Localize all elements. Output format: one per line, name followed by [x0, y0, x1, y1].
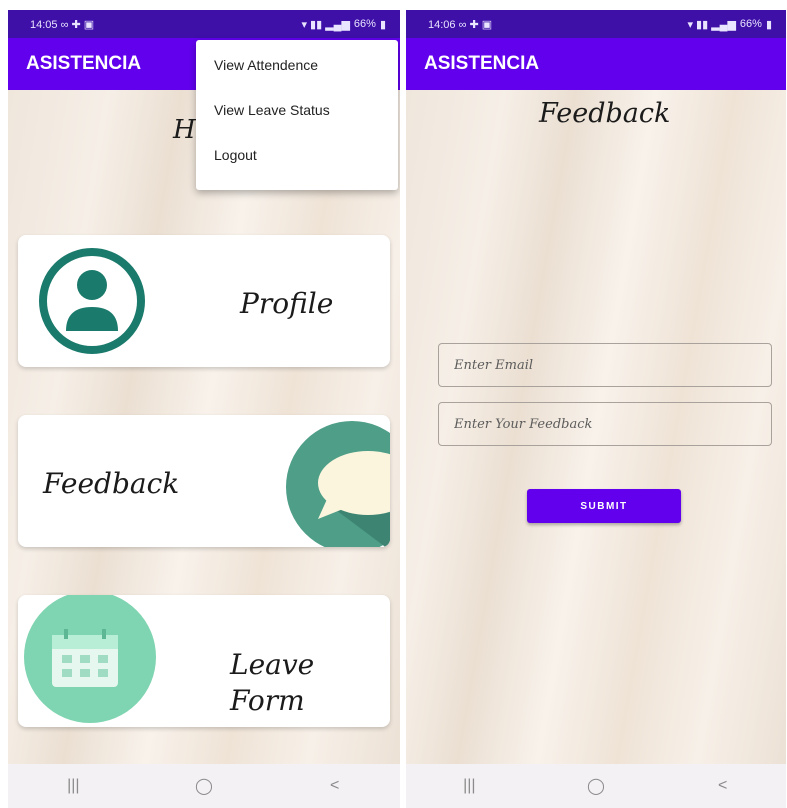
- signal-icon: ▾ ▮▮ ▂▄▆: [301, 18, 350, 31]
- app-title: ASISTENCIA: [26, 53, 142, 74]
- page-title: Feedback: [539, 98, 671, 129]
- home-button[interactable]: ◯: [576, 776, 616, 796]
- app-title: ASISTENCIA: [424, 53, 540, 74]
- feedback-screen: 14:06 ∞ ✚ ▣ ▾ ▮▮ ▂▄▆ 66% ▮ ASISTENCIA Fe…: [406, 10, 786, 808]
- battery-icon: ▮: [765, 18, 772, 31]
- profile-icon: [39, 248, 145, 354]
- back-button[interactable]: <: [703, 777, 743, 795]
- leave-label-line2: Form: [230, 684, 305, 717]
- nav-bar: ||| ◯ <: [406, 764, 786, 808]
- nav-bar: ||| ◯ <: [8, 764, 400, 808]
- battery-level: 66%: [353, 18, 376, 30]
- home-screen: 14:05 ∞ ✚ ▣ ▾ ▮▮ ▂▄▆ 66% ▮ ASISTENCIA Ho…: [8, 10, 400, 808]
- overflow-menu: View Attendence View Leave Status Logout: [196, 40, 398, 190]
- menu-item-view-attendence[interactable]: View Attendence: [196, 54, 398, 99]
- leave-form-card[interactable]: Leave Form: [18, 595, 390, 727]
- status-bar: 14:05 ∞ ✚ ▣ ▾ ▮▮ ▂▄▆ 66% ▮: [8, 10, 400, 38]
- feedback-card[interactable]: Feedback: [18, 415, 390, 547]
- home-button[interactable]: ◯: [184, 776, 224, 796]
- status-time: 14:06 ∞ ✚ ▣: [428, 18, 493, 31]
- menu-item-view-leave-status[interactable]: View Leave Status: [196, 99, 398, 144]
- feedback-field[interactable]: [438, 402, 772, 446]
- profile-card[interactable]: Profile: [18, 235, 390, 367]
- status-time: 14:05 ∞ ✚ ▣: [30, 18, 95, 31]
- email-field[interactable]: [438, 343, 772, 387]
- leave-form-label: Leave Form: [230, 647, 314, 719]
- feedback-label: Feedback: [43, 467, 180, 500]
- profile-label: Profile: [240, 287, 334, 320]
- submit-button[interactable]: SUBMIT: [527, 489, 681, 523]
- recents-button[interactable]: |||: [53, 777, 93, 795]
- menu-item-logout[interactable]: Logout: [196, 144, 398, 189]
- calendar-icon: [24, 595, 156, 723]
- chat-bubble-icon: [286, 421, 390, 547]
- battery-level: 66%: [739, 18, 762, 30]
- recents-button[interactable]: |||: [449, 777, 489, 795]
- app-bar: ASISTENCIA: [406, 38, 786, 90]
- back-button[interactable]: <: [315, 777, 355, 795]
- battery-icon: ▮: [379, 18, 386, 31]
- signal-icon: ▾ ▮▮ ▂▄▆: [687, 18, 736, 31]
- status-bar: 14:06 ∞ ✚ ▣ ▾ ▮▮ ▂▄▆ 66% ▮: [406, 10, 786, 38]
- leave-label-line1: Leave: [230, 648, 315, 681]
